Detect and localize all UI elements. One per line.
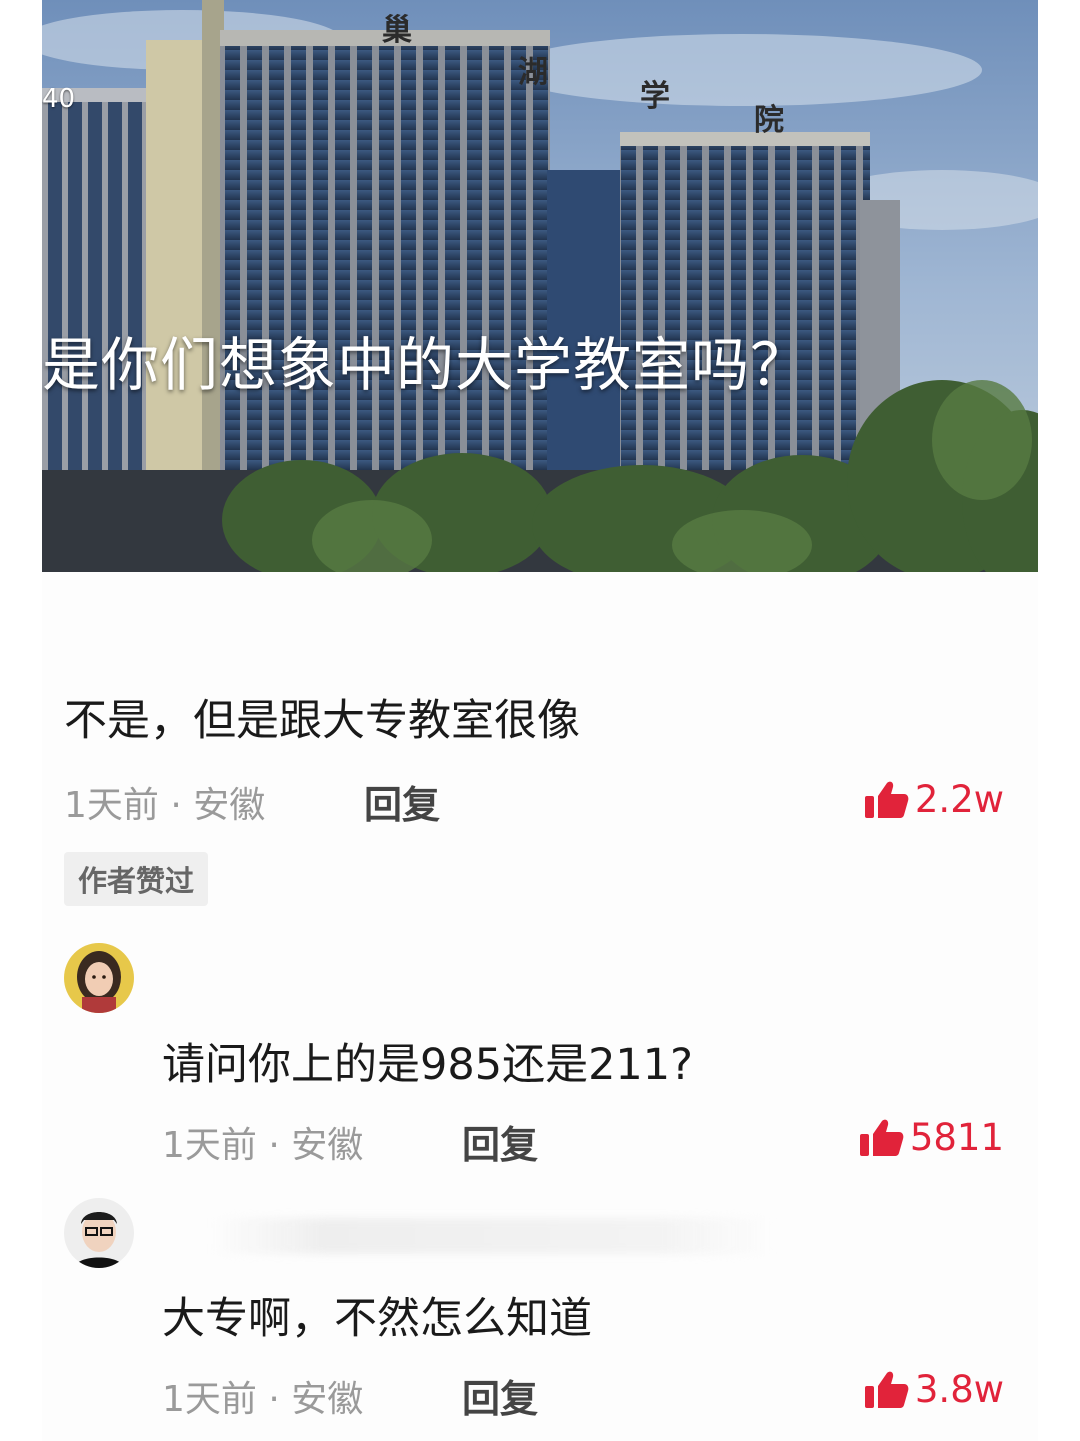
like-count: 3.8w bbox=[914, 1368, 1004, 1411]
sign-char: 院 bbox=[754, 103, 784, 138]
image-counter: 40 bbox=[42, 84, 76, 114]
hero-caption: 是你们想象中的大学教室吗？ bbox=[42, 331, 810, 399]
reply-button[interactable]: 回复 bbox=[462, 1114, 538, 1169]
thumbs-up-icon bbox=[864, 1371, 909, 1408]
thumbs-up-icon bbox=[859, 1119, 904, 1156]
avatar[interactable] bbox=[64, 1198, 134, 1268]
author-liked-badge: 作者赞过 bbox=[64, 852, 209, 906]
comment-text: 请问你上的是985还是211? bbox=[162, 1040, 693, 1090]
building-photo: 巢 湖 学 院 bbox=[42, 0, 1038, 572]
like-button[interactable]: 3.8w bbox=[863, 1368, 1004, 1411]
blur-artifact bbox=[212, 1218, 772, 1254]
like-button[interactable]: 5811 bbox=[858, 1116, 1004, 1159]
avatar-man-image bbox=[64, 1198, 134, 1268]
post-card: 巢 湖 学 院 40 是你们想象中的大学教室吗？ 不是，但是跟大专教室很像 1天… bbox=[42, 0, 1038, 1441]
thumbs-up-icon bbox=[864, 781, 909, 818]
comment-meta: 1天前 · 安徽 bbox=[162, 1379, 364, 1420]
hero-image[interactable]: 巢 湖 学 院 40 是你们想象中的大学教室吗？ bbox=[42, 0, 1038, 572]
like-button[interactable]: 2.2w bbox=[863, 778, 1004, 821]
like-count: 2.2w bbox=[914, 778, 1004, 821]
sign-char: 湖 bbox=[518, 55, 548, 90]
avatar[interactable] bbox=[64, 943, 134, 1013]
comment-meta: 1天前 · 安徽 bbox=[162, 1125, 364, 1166]
comment-text: 大专啊，不然怎么知道 bbox=[162, 1294, 592, 1344]
avatar-girl-image bbox=[64, 943, 134, 1013]
sign-char: 巢 bbox=[382, 13, 412, 48]
reply-button[interactable]: 回复 bbox=[364, 774, 440, 829]
comment-text: 不是，但是跟大专教室很像 bbox=[64, 696, 580, 746]
reply-button[interactable]: 回复 bbox=[462, 1368, 538, 1423]
sign-char: 学 bbox=[640, 79, 670, 114]
like-count: 5811 bbox=[909, 1116, 1004, 1159]
comment-meta: 1天前 · 安徽 bbox=[64, 785, 266, 826]
